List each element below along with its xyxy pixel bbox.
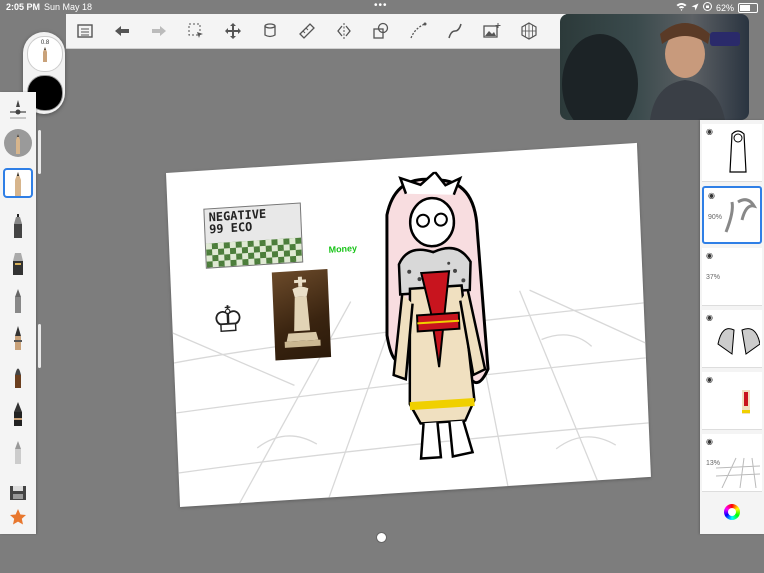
multitask-dots-icon[interactable]: ••• [374,0,388,11]
wifi-icon [676,2,687,13]
layer-grid-thumbnail [716,457,760,488]
eye-icon[interactable]: ◉ [706,375,713,384]
tool-favorites[interactable] [3,502,33,532]
brush-size-indicator[interactable]: 0.8 [27,36,63,72]
eye-icon[interactable]: ◉ [706,313,713,322]
canvas-recenter-handle[interactable] [376,532,387,543]
pencil-icon [15,172,21,196]
status-time: 2:05 PM [6,2,41,12]
move-arrows-icon [224,23,241,39]
layer-hair[interactable]: ◉ 90% [702,186,762,244]
layer-color-thumbnail [742,390,750,414]
paint-bucket-icon [263,23,276,38]
calligraphy-icon [14,402,22,426]
negative-eco-sticker[interactable]: NEGATIVE 99 ECO [203,202,304,269]
marker-icon [13,253,23,275]
eye-icon[interactable]: ◉ [708,191,715,200]
predictive-stroke-button[interactable] [436,14,473,48]
layers-panel: ◉ ◉ 90% ◉ 37% ◉ ◉ ◉ 13% [700,120,764,534]
video-frame [562,23,740,120]
status-date: Sun May 18 [44,2,93,12]
tool-marker[interactable] [3,247,33,277]
layer-fur-pattern[interactable]: ◉ [702,310,762,368]
chess-king-photo[interactable] [271,268,332,361]
tool-fountain-pen[interactable] [3,322,33,352]
perspective-grid-button[interactable] [510,14,547,48]
tool-airbrush[interactable] [3,285,33,315]
chess-king-outline-icon: ♔ [211,297,245,341]
chess-king-piece-icon [284,276,321,348]
left-edge-handle-lower[interactable] [38,324,41,368]
transform-button[interactable] [214,14,251,48]
layer-color[interactable]: ◉ [702,372,762,430]
video-picture-in-picture[interactable] [560,14,749,120]
pencil-tip-icon [43,47,47,62]
chessboard-image [205,237,303,268]
undo-arrow-icon [114,26,129,36]
status-bar: 2:05 PM Sun May 18 ••• 62% [0,0,764,14]
color-wheel-icon[interactable] [724,504,740,520]
fill-button[interactable] [251,14,288,48]
image-add-icon [482,23,500,38]
s-curve-icon [447,23,462,39]
drawing-canvas[interactable]: NEGATIVE 99 ECO Money ♔ [166,142,651,507]
pencil-round-icon [4,129,32,157]
tool-size-slider[interactable] [3,96,33,126]
list-icon [76,24,93,38]
undo-button[interactable] [103,14,140,48]
fountain-pen-icon [14,326,22,350]
layer-hair-thumbnail [724,198,758,233]
brush-palette [0,92,36,534]
ruler-button[interactable] [288,14,325,48]
airbrush-icon [15,289,21,313]
select-button[interactable] [177,14,214,48]
slider-icon [10,100,26,119]
save-icon [10,486,26,500]
location-icon [691,3,699,13]
layers-list-button[interactable] [66,14,103,48]
status-right: 62% [676,2,758,13]
eye-icon[interactable]: ◉ [706,437,713,446]
ruler-icon [298,23,315,39]
tool-brush[interactable] [3,360,33,390]
ink-pen-icon [14,214,22,238]
redo-button[interactable] [140,14,177,48]
top-toolbar [66,14,566,49]
layer-sketch[interactable]: ◉ [702,124,762,182]
tool-calligraphy[interactable] [3,398,33,428]
character-drawing [385,170,490,460]
brush-icon [15,368,21,388]
layer-fur-thumbnail [717,328,760,355]
redo-arrow-icon [151,26,166,36]
orientation-lock-icon [702,2,712,13]
eye-icon[interactable]: ◉ [706,251,713,260]
symmetry-icon [336,23,351,39]
layer-opacity: 37% [706,274,721,281]
layer-empty[interactable]: ◉ 37% [702,248,762,306]
left-edge-handle[interactable] [38,130,41,174]
import-image-button[interactable] [473,14,510,48]
battery-percent: 62% [715,2,734,13]
grid-cube-icon [520,22,537,40]
star-icon [10,509,26,525]
battery-icon [738,2,758,13]
shapes-icon [372,22,388,39]
tool-eraser[interactable] [3,436,33,466]
shapes-button[interactable] [362,14,399,48]
sticker-text-2: 99 ECO [208,219,253,237]
layer-grid[interactable]: ◉ 13% [702,434,762,492]
tool-pencil[interactable] [3,168,33,198]
layer-sketch-thumbnail [729,130,747,173]
marquee-select-icon [188,23,203,38]
tool-ink-pen[interactable] [3,210,33,240]
perspective-stroke-button[interactable] [399,14,436,48]
stroke-curve-icon [409,22,426,39]
eraser-icon [15,441,21,464]
eye-icon[interactable]: ◉ [706,127,713,136]
symmetry-button[interactable] [325,14,362,48]
tool-pencil-round[interactable] [3,128,33,158]
money-label: Money [328,243,358,255]
battery-fill [740,4,750,11]
